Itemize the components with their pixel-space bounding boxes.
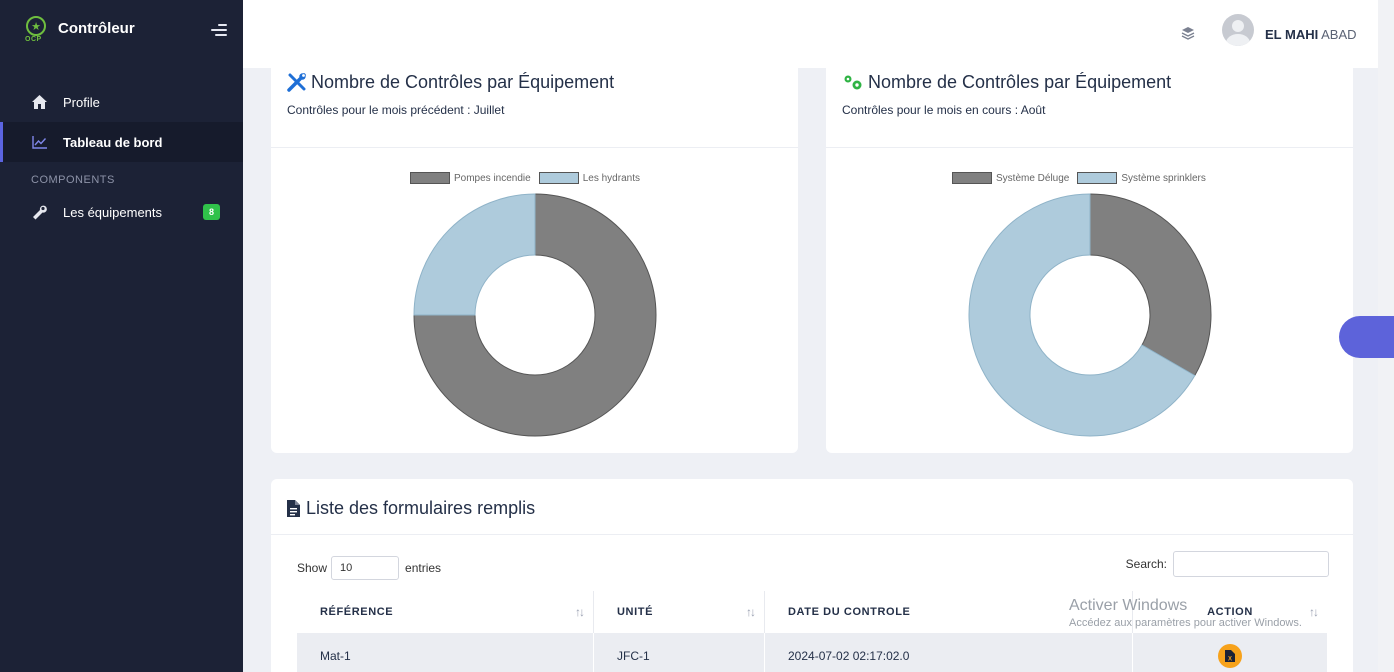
legend-swatch <box>952 172 992 184</box>
show-label: Show <box>297 561 328 575</box>
legend-swatch <box>538 172 579 184</box>
chart-card-previous-month: Nombre de Contrôles par Équipement Contr… <box>271 58 798 453</box>
column-label: RÉFÉRENCE <box>320 606 394 618</box>
donut-chart <box>968 193 1212 437</box>
card-title-text: Nombre de Contrôles par Équipement <box>868 72 1172 92</box>
legend-label: Système sprinklers <box>1121 172 1206 184</box>
legend-item[interactable]: Système sprinklers <box>1077 172 1206 184</box>
watermark-line1: Activer Windows <box>1069 597 1188 614</box>
count-badge: 8 <box>203 204 220 220</box>
tools-icon <box>287 73 307 92</box>
cell-reference: Mat-1 <box>297 633 594 672</box>
cell-unite: JFC-1 <box>594 633 765 672</box>
card-title: Nombre de Contrôles par Équipement <box>287 72 614 93</box>
sidebar-item-equipements[interactable]: Les équipements 8 <box>0 192 243 232</box>
sort-icon[interactable]: ↑↓ <box>1309 605 1319 619</box>
chart-legend: Pompes incendie Les hydrants <box>410 172 648 184</box>
entries-select[interactable]: 10 <box>331 556 400 580</box>
donut-slice-2[interactable] <box>413 193 536 316</box>
sidebar-toggle-icon[interactable] <box>211 24 227 38</box>
sidebar: ★ OCP Contrôleur Profile Tableau de bord… <box>0 0 243 672</box>
cell-date: 2024-07-02 02:17:02.0 <box>765 633 1133 672</box>
divider <box>271 534 1353 535</box>
card-title: Nombre de Contrôles par Équipement <box>842 72 1171 93</box>
user-last-name: ABAD <box>1321 27 1357 42</box>
brand[interactable]: ★ OCP Contrôleur <box>0 0 243 62</box>
legend-label: Pompes incendie <box>454 172 531 184</box>
entries-control: Show 10 entries <box>297 556 441 580</box>
user-name[interactable]: EL MAHI ABAD <box>1265 27 1357 42</box>
entries-label: entries <box>405 561 442 575</box>
legend-item[interactable]: Système Déluge <box>952 172 1069 184</box>
donut-slice-1[interactable] <box>1089 193 1212 377</box>
sidebar-item-label: Tableau de bord <box>63 134 163 150</box>
table-title: Liste des formulaires remplis <box>287 498 535 519</box>
chart-legend: Système Déluge Système sprinklers <box>952 172 1214 184</box>
card-title-text: Nombre de Contrôles par Équipement <box>311 72 615 92</box>
divider <box>826 147 1353 148</box>
pdf-file-icon[interactable]: X <box>1218 644 1242 668</box>
cell-action: X <box>1133 633 1327 672</box>
ocp-logo: ★ OCP <box>24 16 52 46</box>
divider <box>271 147 798 148</box>
user-first-name: EL MAHI <box>1265 27 1319 42</box>
donut-chart <box>413 193 657 437</box>
column-label: UNITÉ <box>617 606 653 618</box>
table-row[interactable]: Mat-1 JFC-1 2024-07-02 02:17:02.0 X <box>297 633 1327 672</box>
star-icon: ★ <box>26 16 46 36</box>
gears-icon <box>842 74 864 92</box>
legend-item[interactable]: Les hydrants <box>538 172 640 184</box>
section-label: COMPONENTS <box>31 174 115 186</box>
logo-text: OCP <box>25 36 42 43</box>
column-header-reference[interactable]: RÉFÉRENCE ↑↓ <box>297 591 594 633</box>
column-label: DATE DU CONTROLE <box>788 606 911 618</box>
legend-item[interactable]: Pompes incendie <box>410 172 531 184</box>
search-label: Search: <box>1125 557 1167 571</box>
search-input[interactable] <box>1173 551 1329 577</box>
sort-icon[interactable]: ↑↓ <box>746 605 756 619</box>
file-icon <box>287 500 300 517</box>
legend-swatch <box>1077 172 1118 184</box>
windows-activation-watermark: Activer Windows Accédez aux paramètres p… <box>1069 597 1302 629</box>
sidebar-item-label: Profile <box>63 94 100 110</box>
legend-label: Système Déluge <box>996 172 1070 184</box>
legend-swatch <box>410 172 450 184</box>
svg-text:X: X <box>1228 657 1232 663</box>
chart-line-icon <box>31 135 47 149</box>
sidebar-item-dashboard[interactable]: Tableau de bord <box>0 122 243 162</box>
settings-drawer-button[interactable] <box>1339 316 1394 358</box>
column-header-unite[interactable]: UNITÉ ↑↓ <box>594 591 765 633</box>
home-icon <box>31 95 47 109</box>
sort-icon[interactable]: ↑↓ <box>575 605 585 619</box>
search-control: Search: <box>1126 551 1329 577</box>
sidebar-item-label: Les équipements <box>63 204 163 220</box>
brand-name: Contrôleur <box>58 19 135 37</box>
wrench-icon <box>31 205 47 220</box>
table-title-text: Liste des formulaires remplis <box>306 498 536 518</box>
sidebar-nav: Profile Tableau de bord COMPONENTS Les é… <box>0 82 243 232</box>
card-subtitle: Contrôles pour le mois précédent : Juill… <box>287 103 505 117</box>
sidebar-item-profile[interactable]: Profile <box>0 82 243 122</box>
forms-table-card: Liste des formulaires remplis Show 10 en… <box>271 479 1353 672</box>
avatar[interactable] <box>1222 14 1254 46</box>
layers-icon[interactable] <box>1181 26 1195 40</box>
legend-label: Les hydrants <box>582 172 640 184</box>
card-subtitle: Contrôles pour le mois en cours : Août <box>842 103 1046 117</box>
watermark-line2: Accédez aux paramètres pour activer Wind… <box>1069 617 1302 629</box>
chart-card-current-month: Nombre de Contrôles par Équipement Contr… <box>826 58 1353 453</box>
